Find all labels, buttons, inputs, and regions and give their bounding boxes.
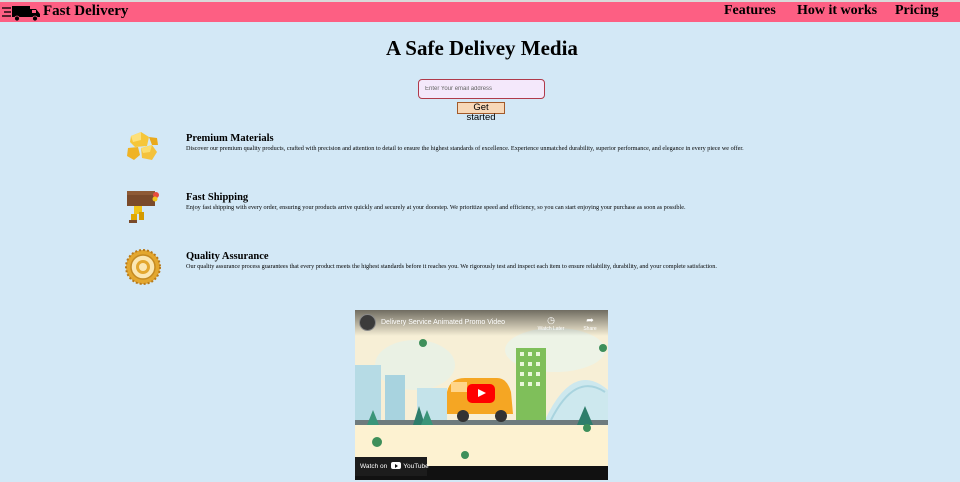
feature-desc-fast-shipping: Enjoy fast shipping with every order, en… [186,204,686,211]
play-icon[interactable] [467,384,495,403]
email-input[interactable] [418,79,545,99]
nav-link-how-it-works[interactable]: How it works [797,3,877,19]
get-started-button[interactable]: Get started [457,102,505,123]
video-title[interactable]: Delivery Service Animated Promo Video [381,319,505,327]
brand-name[interactable]: Fast Delivery [43,3,128,19]
delivery-box-icon [127,191,159,223]
navbar: Fast Delivery Features How it works Pric… [0,2,960,22]
watch-later-label: Watch Later [537,326,565,332]
watch-on-youtube-button[interactable]: Watch on YouTube [355,457,429,476]
share-button[interactable]: ➦ Share [576,315,604,332]
nav-link-features[interactable]: Features [724,3,776,19]
clock-icon: ◷ [547,315,555,325]
share-label: Share [583,326,597,332]
promo-video-embed[interactable]: Delivery Service Animated Promo Video ◷ … [355,310,608,480]
page-title: A Safe Delivey Media [386,36,578,60]
feature-desc-premium-materials: Discover our premium quality products, c… [186,145,744,152]
feature-title-fast-shipping: Fast Shipping [186,192,249,203]
feature-title-quality-assurance: Quality Assurance [186,251,269,262]
watch-on-label: Watch on [360,463,388,470]
quality-seal-icon [125,249,161,285]
delivery-truck-icon [2,6,40,22]
channel-avatar[interactable] [359,314,376,331]
youtube-label: YouTube [403,463,429,470]
youtube-logo-icon [391,462,402,469]
feature-desc-quality-assurance: Our quality assurance process guarantees… [186,263,717,270]
feature-title-premium-materials: Premium Materials [186,133,274,144]
gold-nuggets-icon [127,132,158,160]
watch-later-button[interactable]: ◷ Watch Later [537,315,565,332]
nav-link-pricing[interactable]: Pricing [895,3,939,19]
share-icon: ➦ [586,315,594,325]
